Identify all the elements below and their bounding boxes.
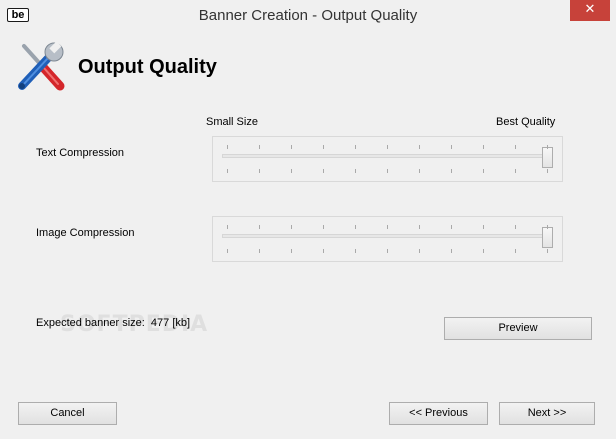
slider-tick (227, 145, 228, 149)
slider-tick (291, 145, 292, 149)
expected-size-value: 477 [kb] (150, 317, 191, 329)
slider-tick (419, 169, 420, 173)
slider-tick (323, 169, 324, 173)
slider-track (222, 234, 551, 238)
slider-tick (387, 225, 388, 229)
slider-tick (483, 225, 484, 229)
slider-tick (227, 169, 228, 173)
slider-tick (259, 145, 260, 149)
expected-size-label: Expected banner size: (36, 317, 145, 329)
slider-track (222, 154, 551, 158)
slider-tick (515, 225, 516, 229)
slider-tick (323, 225, 324, 229)
slider-tick (387, 249, 388, 253)
expected-size: Expected banner size: 477 [kb] (36, 317, 190, 329)
slider-tick (387, 169, 388, 173)
image-compression-slider[interactable] (212, 216, 563, 262)
slider-tick (291, 225, 292, 229)
slider-tick (227, 225, 228, 229)
slider-tick (387, 145, 388, 149)
slider-tick (355, 169, 356, 173)
slider-thumb[interactable] (542, 147, 553, 168)
text-compression-slider[interactable] (212, 136, 563, 182)
slider-tick (483, 169, 484, 173)
slider-tick (547, 145, 548, 149)
slider-tick (451, 225, 452, 229)
title-bar: be Banner Creation - Output Quality ✕ (0, 0, 616, 30)
next-button[interactable]: Next >> (499, 402, 595, 425)
slider-tick (259, 169, 260, 173)
slider-tick (355, 145, 356, 149)
slider-tick (291, 249, 292, 253)
cancel-button[interactable]: Cancel (18, 402, 117, 425)
slider-tick (547, 249, 548, 253)
page-title: Output Quality (78, 56, 217, 78)
slider-tick (515, 145, 516, 149)
previous-button[interactable]: << Previous (389, 402, 488, 425)
slider-tick (355, 249, 356, 253)
slider-tick (259, 249, 260, 253)
slider-tick (483, 145, 484, 149)
image-compression-label: Image Compression (36, 227, 135, 239)
scale-min-label: Small Size (206, 116, 258, 128)
slider-tick (515, 169, 516, 173)
preview-button[interactable]: Preview (444, 317, 592, 340)
wrench-screwdriver-icon (12, 40, 68, 94)
slider-tick (515, 249, 516, 253)
slider-tick (291, 169, 292, 173)
slider-tick (227, 249, 228, 253)
slider-tick (547, 169, 548, 173)
slider-tick (451, 249, 452, 253)
window-title: Banner Creation - Output Quality (198, 7, 418, 24)
slider-tick (451, 169, 452, 173)
close-button[interactable]: ✕ (570, 0, 610, 21)
slider-tick (419, 249, 420, 253)
slider-tick (355, 225, 356, 229)
slider-tick (483, 249, 484, 253)
scale-max-label: Best Quality (496, 116, 556, 128)
slider-thumb[interactable] (542, 227, 553, 248)
slider-tick (419, 225, 420, 229)
banner-creation-window: be Banner Creation - Output Quality ✕ Ou… (0, 0, 616, 439)
text-compression-label: Text Compression (36, 147, 125, 159)
slider-tick (323, 145, 324, 149)
slider-tick (419, 145, 420, 149)
slider-tick (451, 145, 452, 149)
slider-tick (547, 225, 548, 229)
slider-tick (323, 249, 324, 253)
slider-tick (259, 225, 260, 229)
